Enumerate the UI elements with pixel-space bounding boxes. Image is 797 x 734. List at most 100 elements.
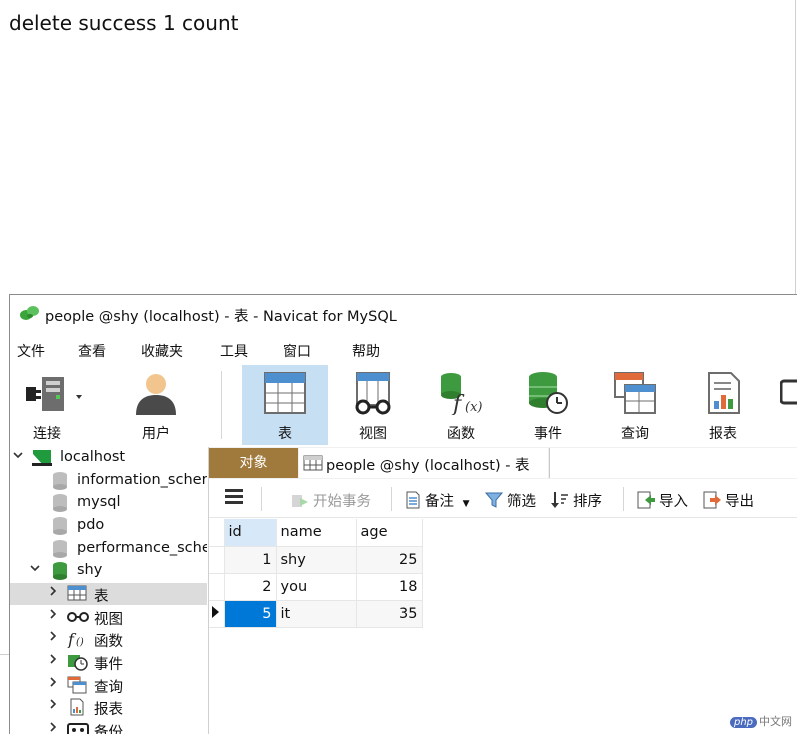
connect-button[interactable]: 连接 — [16, 365, 110, 445]
cell-age[interactable]: 25 — [356, 546, 423, 574]
function-button[interactable]: f (x) 函数 — [418, 365, 504, 445]
tree-item-backups[interactable]: 备份 — [10, 719, 207, 734]
tree-item-reports[interactable]: 报表 — [10, 696, 207, 718]
chevron-right-icon[interactable] — [48, 699, 58, 712]
tab-strip-empty-area — [549, 448, 797, 478]
user-button[interactable]: 用户 — [113, 365, 199, 445]
tab-strip: 对象 people @shy (localhost) - 表 — [209, 447, 797, 479]
data-toolbar: 开始事务 备注 ▼ 筛选 排序 导入 导出 — [209, 481, 797, 518]
table-button[interactable]: 表 — [242, 365, 328, 445]
tree-label: shy — [77, 562, 103, 578]
table-icon — [263, 371, 307, 419]
menu-window[interactable]: 窗口 — [283, 341, 311, 361]
report-button[interactable]: 报表 — [680, 365, 766, 445]
chevron-right-icon[interactable] — [48, 677, 58, 690]
watermark-site: 中文网 — [759, 715, 793, 728]
cell-name[interactable]: shy — [276, 546, 357, 574]
navicat-window: people @shy (localhost) - 表 - Navicat fo… — [9, 294, 797, 734]
column-header-age[interactable]: age — [356, 519, 423, 547]
tree-db-shy[interactable]: shy — [10, 560, 207, 582]
chevron-right-icon[interactable] — [48, 722, 58, 734]
tab-label: people @shy (localhost) - 表 — [326, 458, 530, 474]
cell-name[interactable]: it — [276, 600, 357, 628]
function-icon: f() — [67, 630, 89, 650]
chevron-right-icon[interactable] — [48, 631, 58, 644]
chevron-down-icon[interactable] — [30, 563, 40, 576]
tree-connection-localhost[interactable]: localhost — [10, 447, 207, 469]
chevron-right-icon[interactable] — [48, 586, 58, 599]
function-label: 函数 — [447, 426, 475, 442]
more-ribbon-button[interactable] — [780, 365, 797, 445]
table-icon — [303, 455, 323, 475]
export-button[interactable]: 导出 — [703, 490, 754, 513]
tree-db-information-schema[interactable]: information_scher — [10, 470, 207, 492]
column-header-id[interactable]: id — [224, 519, 277, 547]
row-indicator[interactable] — [209, 600, 225, 628]
tab-people-table[interactable]: people @shy (localhost) - 表 — [299, 448, 548, 478]
report-icon — [69, 698, 85, 718]
menu-view[interactable]: 查看 — [78, 341, 106, 361]
comment-icon — [405, 491, 421, 513]
begin-transaction-button[interactable]: 开始事务 — [291, 490, 371, 513]
delete-result-message: delete success 1 count — [9, 11, 239, 35]
cell-id[interactable]: 2 — [224, 573, 277, 601]
hamburger-icon[interactable] — [225, 488, 243, 508]
table-row[interactable]: 1 shy 25 — [209, 546, 423, 574]
cell-id[interactable]: 5 — [224, 600, 277, 628]
tree-label: 查询 — [94, 680, 123, 696]
view-icon — [351, 371, 395, 419]
report-label: 报表 — [709, 426, 737, 442]
tree-db-pdo[interactable]: pdo — [10, 515, 207, 537]
cell-name[interactable]: you — [276, 573, 357, 601]
comment-button[interactable]: 备注 ▼ — [405, 490, 470, 513]
query-label: 查询 — [621, 426, 649, 442]
event-button[interactable]: 事件 — [505, 365, 591, 445]
table-row[interactable]: 5 it 35 — [209, 600, 423, 628]
view-button[interactable]: 视图 — [330, 365, 416, 445]
svg-text:f: f — [451, 392, 465, 415]
query-button[interactable]: 查询 — [592, 365, 678, 445]
menu-tools[interactable]: 工具 — [220, 341, 248, 361]
chevron-right-icon[interactable] — [48, 609, 58, 622]
cell-age[interactable]: 35 — [356, 600, 423, 628]
window-title: people @shy (localhost) - 表 - Navicat fo… — [45, 309, 397, 325]
row-indicator[interactable] — [209, 573, 225, 601]
comment-label: 备注 — [425, 494, 454, 510]
sort-button[interactable]: 排序 — [551, 490, 602, 513]
tab-objects[interactable]: 对象 — [209, 448, 298, 478]
query-icon — [613, 371, 657, 419]
toolbar-separator — [391, 487, 392, 511]
menu-help[interactable]: 帮助 — [352, 341, 380, 361]
tree-label: 备份 — [94, 725, 123, 734]
import-button[interactable]: 导入 — [637, 490, 688, 513]
tree-label: 表 — [94, 589, 109, 605]
tree-item-functions[interactable]: f() 函数 — [10, 628, 207, 650]
toolbar-separator — [261, 487, 262, 511]
event-icon — [526, 371, 570, 419]
filter-button[interactable]: 筛选 — [484, 490, 536, 513]
chevron-right-icon[interactable] — [48, 654, 58, 667]
menu-file[interactable]: 文件 — [17, 341, 45, 361]
cell-age[interactable]: 18 — [356, 573, 423, 601]
filter-label: 筛选 — [507, 494, 536, 510]
tree-item-events[interactable]: 事件 — [10, 651, 207, 673]
tree-db-performance-schema[interactable]: performance_sche — [10, 538, 207, 560]
tree-item-queries[interactable]: 查询 — [10, 674, 207, 696]
table-row[interactable]: 2 you 18 — [209, 573, 423, 601]
chevron-down-icon[interactable]: ▼ — [463, 499, 470, 509]
menu-favorites[interactable]: 收藏夹 — [141, 341, 183, 361]
tree-db-mysql[interactable]: mysql — [10, 492, 207, 514]
row-indicator[interactable] — [209, 546, 225, 574]
column-header-name[interactable]: name — [276, 519, 357, 547]
tree-label: 函数 — [94, 634, 123, 650]
chevron-down-icon[interactable] — [13, 450, 23, 463]
cell-id[interactable]: 1 — [224, 546, 277, 574]
data-grid: id name age 1 shy 25 2 you 18 5 it 35 — [209, 519, 423, 628]
tree-item-views[interactable]: 视图 — [10, 606, 207, 628]
tree-label: mysql — [77, 494, 121, 510]
begin-transaction-label: 开始事务 — [313, 494, 371, 510]
tree-label: localhost — [60, 449, 126, 465]
current-row-arrow-icon — [212, 605, 219, 618]
tree-label: 报表 — [94, 702, 123, 718]
tree-item-tables[interactable]: 表 — [10, 583, 207, 605]
